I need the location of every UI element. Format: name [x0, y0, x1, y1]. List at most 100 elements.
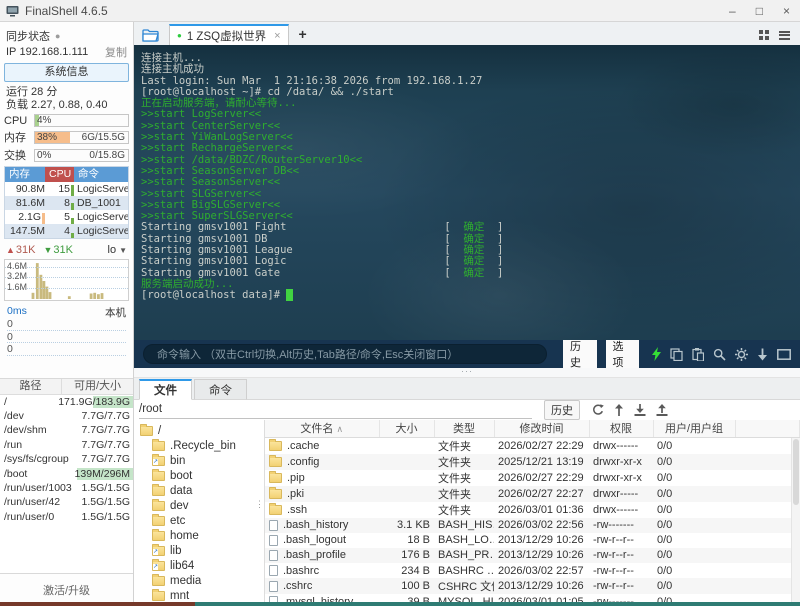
mount-path: /sys/fs/cgroup: [4, 453, 69, 466]
resource-meter: 内存 38% 6G/15.5G: [4, 129, 129, 145]
panel-splitter[interactable]: ···: [134, 367, 800, 378]
system-info-button[interactable]: 系统信息: [4, 63, 129, 82]
col-header-owner[interactable]: 用户/用户组: [653, 420, 736, 438]
col-header-filename[interactable]: 文件名 ∧: [265, 420, 380, 438]
file-size: [379, 502, 434, 518]
activate-upgrade-link[interactable]: 激活/升级: [0, 582, 133, 598]
copy-ip-button[interactable]: 复制: [105, 44, 127, 60]
file-type: 文件夹: [438, 456, 471, 469]
mounts-header-usage[interactable]: 可用/大小: [62, 379, 133, 394]
proc-header-cpu[interactable]: CPU: [45, 167, 74, 182]
folder-icon: [152, 438, 165, 451]
maximize-button[interactable]: □: [756, 4, 763, 18]
folder-icon: ↗: [152, 453, 165, 466]
tree-item[interactable]: media: [134, 573, 264, 588]
file-row[interactable]: .cshrc 100 B CSHRC 文件 2013/12/29 10:26 -rw-r…: [265, 578, 800, 595]
path-bar: /root 历史: [134, 400, 800, 420]
path-history-button[interactable]: 历史: [544, 400, 580, 420]
mount-usage: 1.5G/1.5G: [81, 496, 130, 509]
paste-icon[interactable]: [692, 347, 705, 361]
file-row[interactable]: .cache 文件夹 2026/02/27 22:29 drwx------ 0/0: [265, 437, 800, 454]
file-owner: 0/0: [657, 439, 673, 452]
file-size: 18 B: [407, 534, 430, 547]
col-header-size[interactable]: 大小: [379, 420, 435, 438]
mount-row: /run/user/42 1.5G/1.5G: [0, 495, 133, 509]
proc-header-cmd[interactable]: 命令: [74, 167, 128, 182]
process-row: 147.5M 4 LogicServer: [5, 224, 128, 238]
file-icon: [269, 549, 278, 561]
file-row[interactable]: .config 文件夹 2025/12/21 13:19 drwxr-xr-x 0/0: [265, 453, 800, 470]
tree-item-label: media: [170, 574, 202, 587]
process-mem: 147.5M: [9, 225, 45, 237]
chevron-down-icon: ▼: [119, 245, 127, 255]
gear-icon[interactable]: [735, 347, 749, 361]
history-button[interactable]: 历史: [562, 336, 597, 372]
session-manager-icon[interactable]: [142, 29, 159, 42]
col-header-mtime[interactable]: 修改时间: [494, 420, 590, 438]
process-cpu: 8: [45, 196, 74, 210]
file-row[interactable]: .pki 文件夹 2026/02/27 22:27 drwxr----- 0/0: [265, 485, 800, 502]
y-tick-label: 4.6M: [7, 260, 28, 271]
col-header-perms[interactable]: 权限: [589, 420, 654, 438]
tree-item[interactable]: ↗ lib: [134, 543, 264, 558]
mounts-header-path[interactable]: 路径: [0, 378, 62, 394]
process-row: 81.6M 8 DB_1001: [5, 196, 128, 210]
scroll-down-icon[interactable]: [757, 348, 768, 361]
process-row: 2.1G 5 LogicServer: [5, 210, 128, 224]
tree-item[interactable]: etc: [134, 513, 264, 528]
tree-splitter-handle[interactable]: ⋮: [255, 499, 264, 508]
app-logo-icon: [6, 5, 19, 17]
file-row[interactable]: .ssh 文件夹 2026/03/01 01:36 drwx------ 0/0: [265, 502, 800, 518]
file-mtime: 2013/12/29 10:26: [498, 534, 584, 547]
tree-item[interactable]: .Recycle_bin: [134, 438, 264, 453]
proc-header-mem[interactable]: 内存: [5, 167, 45, 182]
new-window-icon[interactable]: [777, 348, 791, 360]
mount-path: /run/user/42: [4, 496, 61, 509]
file-name: .ssh: [287, 503, 308, 516]
minimize-button[interactable]: –: [729, 4, 736, 18]
tree-item[interactable]: ↗ lib64: [134, 558, 264, 573]
tree-item[interactable]: ↗ bin: [134, 453, 264, 468]
tab-files[interactable]: 文件: [139, 379, 192, 400]
options-button[interactable]: 选项: [605, 336, 640, 372]
ip-label: IP: [6, 46, 17, 58]
file-mtime: 2013/12/29 10:26: [498, 580, 584, 593]
tab-close-icon[interactable]: ×: [274, 30, 280, 42]
file-perms: drwxr-xr-x: [593, 471, 642, 484]
close-button[interactable]: ×: [783, 4, 790, 18]
command-input[interactable]: 命令输入 （双击Ctrl切换,Alt历史,Tab路径/命令,Esc关闭窗口）: [143, 344, 547, 364]
file-table-scrollbar[interactable]: [791, 438, 800, 606]
col-header-type[interactable]: 类型: [434, 420, 495, 438]
file-name: .bashrc: [283, 564, 320, 577]
tree-item[interactable]: /: [134, 423, 264, 438]
ping-host-label: 本机: [105, 307, 126, 319]
upload-icon[interactable]: [656, 404, 668, 416]
file-row[interactable]: .bash_profile 176 B BASH_PR… 2013/12/29 10:…: [265, 547, 800, 564]
folder-icon: [152, 573, 165, 586]
tree-item[interactable]: mnt: [134, 588, 264, 603]
menu-icon[interactable]: [779, 30, 790, 40]
terminal-screen[interactable]: 连接主机... 连接主机成功 Last login: Sun Mar 1 21:16…: [134, 45, 800, 340]
tree-item[interactable]: home: [134, 528, 264, 543]
tree-item[interactable]: boot: [134, 468, 264, 483]
copy-icon[interactable]: [670, 347, 683, 361]
interface-selector[interactable]: lo ▼: [108, 244, 127, 256]
lightning-icon[interactable]: [652, 347, 662, 361]
tree-item[interactable]: dev: [134, 498, 264, 513]
file-row[interactable]: .pip 文件夹 2026/02/27 22:29 drwxr-xr-x 0/0: [265, 470, 800, 486]
path-input[interactable]: /root: [139, 401, 532, 419]
ping-latency: 0ms: [7, 305, 27, 317]
file-row[interactable]: .bash_logout 18 B BASH_LO… 2013/12/29 10:26…: [265, 533, 800, 548]
tree-item[interactable]: data: [134, 483, 264, 498]
layout-grid-icon[interactable]: [759, 30, 769, 40]
download-icon[interactable]: [634, 404, 646, 416]
parent-dir-icon[interactable]: [614, 404, 624, 416]
refresh-icon[interactable]: [592, 404, 604, 416]
tab-commands[interactable]: 命令: [194, 379, 247, 400]
search-icon[interactable]: [713, 348, 726, 361]
new-tab-button[interactable]: +: [299, 27, 307, 41]
file-row[interactable]: .bashrc 234 B BASHRC … 2026/03/02 22:57 -rw-…: [265, 563, 800, 578]
terminal-tab[interactable]: ● 1 ZSQ虚拟世界 ×: [169, 24, 289, 45]
resource-meter: 交换 0% 0/15.8G: [4, 147, 129, 163]
file-row[interactable]: .bash_history 3.1 KB BASH_HIS… 2026/03/02 2…: [265, 517, 800, 533]
